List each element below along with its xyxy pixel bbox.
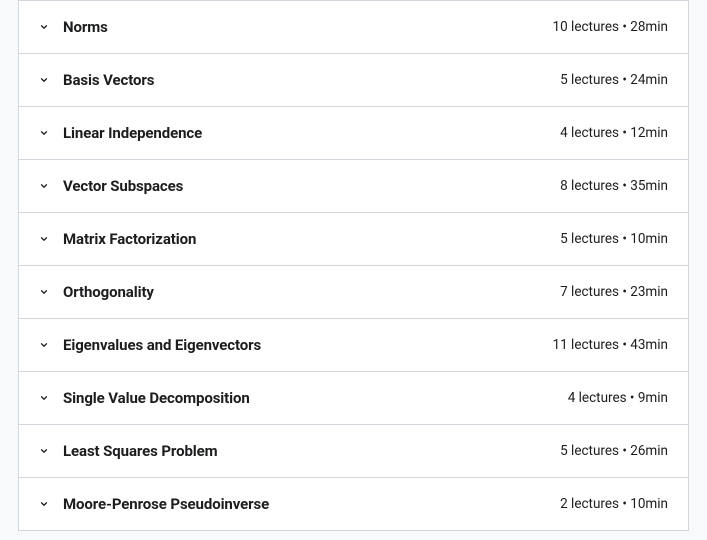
chevron-down-icon (39, 446, 49, 456)
section-row-left: Single Value Decomposition (39, 389, 250, 407)
section-row-left: Vector Subspaces (39, 177, 183, 195)
section-title: Moore-Penrose Pseudoinverse (63, 495, 269, 513)
section-meta: 4 lectures • 9min (568, 390, 668, 406)
section-title: Single Value Decomposition (63, 389, 250, 407)
chevron-down-icon (39, 499, 49, 509)
chevron-down-icon (39, 75, 49, 85)
section-row-left: Basis Vectors (39, 71, 154, 89)
section-meta: 10 lectures • 28min (553, 19, 668, 35)
section-title: Least Squares Problem (63, 442, 218, 460)
section-row[interactable]: Moore-Penrose Pseudoinverse 2 lectures • … (18, 478, 689, 531)
section-row[interactable]: Vector Subspaces 8 lectures • 35min (18, 160, 689, 213)
section-meta: 7 lectures • 23min (560, 284, 668, 300)
section-meta: 2 lectures • 10min (560, 496, 668, 512)
chevron-down-icon (39, 181, 49, 191)
section-meta: 5 lectures • 24min (560, 72, 668, 88)
section-row-left: Least Squares Problem (39, 442, 218, 460)
chevron-down-icon (39, 287, 49, 297)
section-title: Eigenvalues and Eigenvectors (63, 336, 261, 354)
chevron-down-icon (39, 393, 49, 403)
section-title: Matrix Factorization (63, 230, 196, 248)
section-row[interactable]: Matrix Factorization 5 lectures • 10min (18, 213, 689, 266)
section-row[interactable]: Norms 10 lectures • 28min (18, 0, 689, 54)
section-meta: 5 lectures • 10min (560, 231, 668, 247)
section-row[interactable]: Single Value Decomposition 4 lectures • 9… (18, 372, 689, 425)
chevron-down-icon (39, 22, 49, 32)
section-meta: 5 lectures • 26min (560, 443, 668, 459)
section-row-left: Orthogonality (39, 283, 154, 301)
chevron-down-icon (39, 340, 49, 350)
chevron-down-icon (39, 234, 49, 244)
section-row[interactable]: Linear Independence 4 lectures • 12min (18, 107, 689, 160)
section-row-left: Matrix Factorization (39, 230, 196, 248)
course-sections-list: Norms 10 lectures • 28min Basis Vectors 5 l… (0, 0, 707, 531)
section-title: Vector Subspaces (63, 177, 183, 195)
section-meta: 11 lectures • 43min (553, 337, 668, 353)
section-title: Orthogonality (63, 283, 154, 301)
chevron-down-icon (39, 128, 49, 138)
section-row-left: Norms (39, 18, 108, 36)
section-meta: 4 lectures • 12min (560, 125, 668, 141)
section-title: Linear Independence (63, 124, 202, 142)
section-title: Norms (63, 18, 108, 36)
section-title: Basis Vectors (63, 71, 154, 89)
section-row[interactable]: Eigenvalues and Eigenvectors 11 lectures … (18, 319, 689, 372)
section-row[interactable]: Basis Vectors 5 lectures • 24min (18, 54, 689, 107)
section-meta: 8 lectures • 35min (560, 178, 668, 194)
section-row-left: Eigenvalues and Eigenvectors (39, 336, 261, 354)
section-row-left: Linear Independence (39, 124, 202, 142)
section-row[interactable]: Orthogonality 7 lectures • 23min (18, 266, 689, 319)
section-row[interactable]: Least Squares Problem 5 lectures • 26min (18, 425, 689, 478)
section-row-left: Moore-Penrose Pseudoinverse (39, 495, 269, 513)
